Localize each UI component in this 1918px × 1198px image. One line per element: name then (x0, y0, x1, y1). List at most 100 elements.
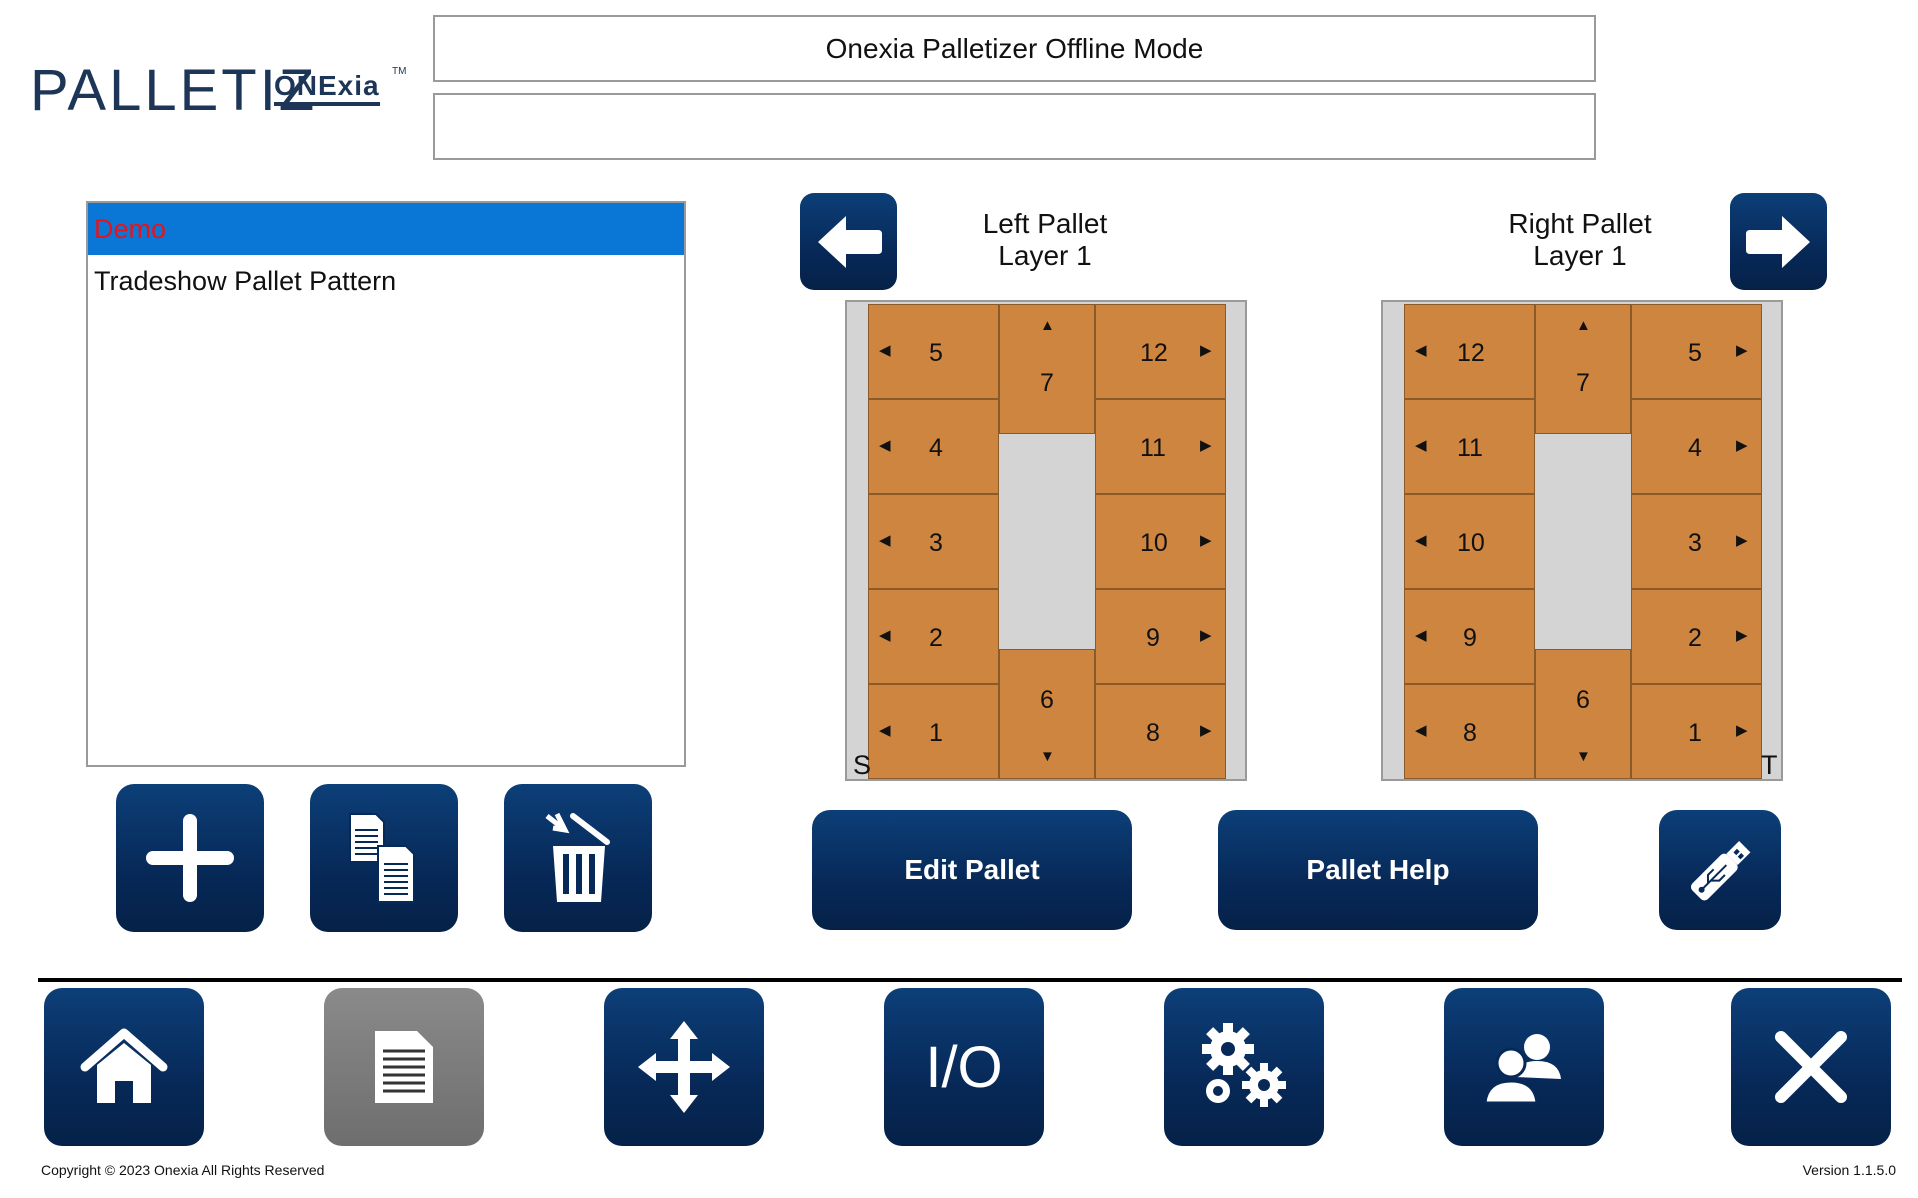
arrow-left-icon: ◀ (1415, 342, 1427, 359)
right-box-12[interactable]: ◀ 12 (1404, 304, 1535, 399)
box-number: 9 (1146, 624, 1160, 652)
usb-export-button[interactable] (1659, 810, 1781, 930)
nav-home-button[interactable] (44, 988, 204, 1146)
arrow-down-icon: ▼ (1576, 748, 1591, 765)
box-number: 12 (1457, 339, 1485, 367)
add-recipe-button[interactable] (116, 784, 264, 932)
left-box-9[interactable]: 9 ▶ (1095, 589, 1226, 684)
left-box-7[interactable]: ▲ 7 (999, 304, 1095, 434)
arrow-left-icon: ◀ (1415, 532, 1427, 549)
box-number: 2 (1688, 624, 1702, 652)
divider (38, 978, 1902, 982)
left-box-8[interactable]: 8 ▶ (1095, 684, 1226, 779)
box-number: 11 (1457, 434, 1483, 462)
right-pallet-corner-label: T (1761, 750, 1778, 780)
arrow-up-icon: ▲ (1040, 317, 1055, 334)
message-bar (433, 93, 1596, 160)
box-number: 5 (929, 339, 943, 367)
right-box-5[interactable]: 5 ▶ (1631, 304, 1762, 399)
right-pallet-header: Right Pallet Layer 1 (1465, 208, 1695, 272)
right-box-11[interactable]: ◀ 11 (1404, 399, 1535, 494)
box-number: 11 (1140, 434, 1166, 462)
arrow-left-icon: ◀ (879, 722, 891, 739)
previous-layer-button[interactable] (800, 193, 897, 290)
left-pallet[interactable]: ◀ 5 ◀ 4 ◀ 3 ◀ 2 ◀ 1 ▲ 7 6 ▼ 12 ▶ 11 ▶ 10… (845, 300, 1247, 781)
right-pallet[interactable]: ◀ 12 ◀ 11 ◀ 10 ◀ 9 ◀ 8 ▲ 7 6 ▼ 5 ▶ 4 ▶ 3… (1381, 300, 1783, 781)
right-box-2[interactable]: 2 ▶ (1631, 589, 1762, 684)
recipe-list[interactable]: Demo Tradeshow Pallet Pattern (86, 201, 686, 767)
right-pallet-title: Right Pallet (1508, 208, 1652, 239)
right-box-9[interactable]: ◀ 9 (1404, 589, 1535, 684)
page-title-text: Onexia Palletizer Offline Mode (825, 32, 1204, 64)
left-box-3[interactable]: ◀ 3 (868, 494, 999, 589)
copy-icon (349, 813, 415, 903)
left-pallet-header: Left Pallet Layer 1 (930, 208, 1160, 272)
next-layer-button[interactable] (1730, 193, 1827, 290)
nav-users-button[interactable] (1444, 988, 1604, 1146)
box-number: 7 (1040, 369, 1054, 397)
arrow-left-icon: ◀ (879, 627, 891, 644)
box-number: 12 (1140, 339, 1168, 367)
nav-jog-button[interactable] (604, 988, 764, 1146)
arrow-left-icon (817, 215, 882, 268)
trash-icon (545, 812, 610, 902)
arrow-right-icon (1745, 215, 1810, 268)
box-number: 4 (1688, 434, 1702, 462)
left-box-2[interactable]: ◀ 2 (868, 589, 999, 684)
nav-settings-button[interactable] (1164, 988, 1324, 1146)
arrow-left-icon: ◀ (1415, 437, 1427, 454)
right-box-6[interactable]: 6 ▼ (1535, 649, 1631, 779)
right-box-8[interactable]: ◀ 8 (1404, 684, 1535, 779)
right-box-10[interactable]: ◀ 10 (1404, 494, 1535, 589)
page-title: Onexia Palletizer Offline Mode (433, 15, 1596, 82)
arrow-left-icon: ◀ (879, 532, 891, 549)
users-icon (1483, 1034, 1561, 1105)
box-number: 10 (1140, 529, 1168, 557)
edit-pallet-button[interactable]: Edit Pallet (812, 810, 1132, 930)
home-icon (80, 1028, 168, 1103)
gears-icon (1202, 1023, 1286, 1107)
arrow-right-icon: ▶ (1200, 437, 1212, 454)
left-pallet-title: Left Pallet (982, 208, 1108, 239)
move-icon (638, 1021, 730, 1113)
document-icon (375, 1031, 433, 1103)
left-box-1[interactable]: ◀ 1 (868, 684, 999, 779)
arrow-right-icon: ▶ (1200, 532, 1212, 549)
arrow-left-icon: ◀ (879, 342, 891, 359)
box-number: 1 (929, 719, 943, 747)
left-box-11[interactable]: 11 ▶ (1095, 399, 1226, 494)
left-box-5[interactable]: ◀ 5 (868, 304, 999, 399)
box-number: 9 (1463, 624, 1477, 652)
nav-io-button[interactable]: I/O (884, 988, 1044, 1146)
arrow-right-icon: ▶ (1736, 437, 1748, 454)
box-number: 5 (1688, 339, 1702, 367)
left-box-6[interactable]: 6 ▼ (999, 649, 1095, 779)
recipe-item-demo[interactable]: Demo (88, 203, 684, 255)
copy-recipe-button[interactable] (310, 784, 458, 932)
arrow-right-icon: ▶ (1200, 722, 1212, 739)
left-box-4[interactable]: ◀ 4 (868, 399, 999, 494)
right-box-1[interactable]: 1 ▶ (1631, 684, 1762, 779)
right-box-4[interactable]: 4 ▶ (1631, 399, 1762, 494)
left-box-10[interactable]: 10 ▶ (1095, 494, 1226, 589)
arrow-right-icon: ▶ (1736, 627, 1748, 644)
arrow-right-icon: ▶ (1736, 342, 1748, 359)
left-pallet-layer: Layer 1 (998, 240, 1092, 271)
nav-recipe-button[interactable] (324, 988, 484, 1146)
close-icon (1775, 1031, 1847, 1103)
box-number: 8 (1463, 719, 1477, 747)
right-box-7[interactable]: ▲ 7 (1535, 304, 1631, 434)
arrow-left-icon: ◀ (879, 437, 891, 454)
nav-exit-button[interactable] (1731, 988, 1891, 1146)
recipe-item-tradeshow[interactable]: Tradeshow Pallet Pattern (88, 255, 684, 307)
delete-recipe-button[interactable] (504, 784, 652, 932)
logo-tm: TM (392, 66, 407, 77)
left-box-12[interactable]: 12 ▶ (1095, 304, 1226, 399)
right-box-3[interactable]: 3 ▶ (1631, 494, 1762, 589)
logo: PALLETIZ ONExia TM (30, 62, 410, 122)
pallet-help-button[interactable]: Pallet Help (1218, 810, 1538, 930)
box-number: 3 (1688, 529, 1702, 557)
arrow-left-icon: ◀ (1415, 627, 1427, 644)
box-number: 7 (1576, 369, 1590, 397)
copyright: Copyright © 2023 Onexia All Rights Reser… (41, 1162, 325, 1178)
